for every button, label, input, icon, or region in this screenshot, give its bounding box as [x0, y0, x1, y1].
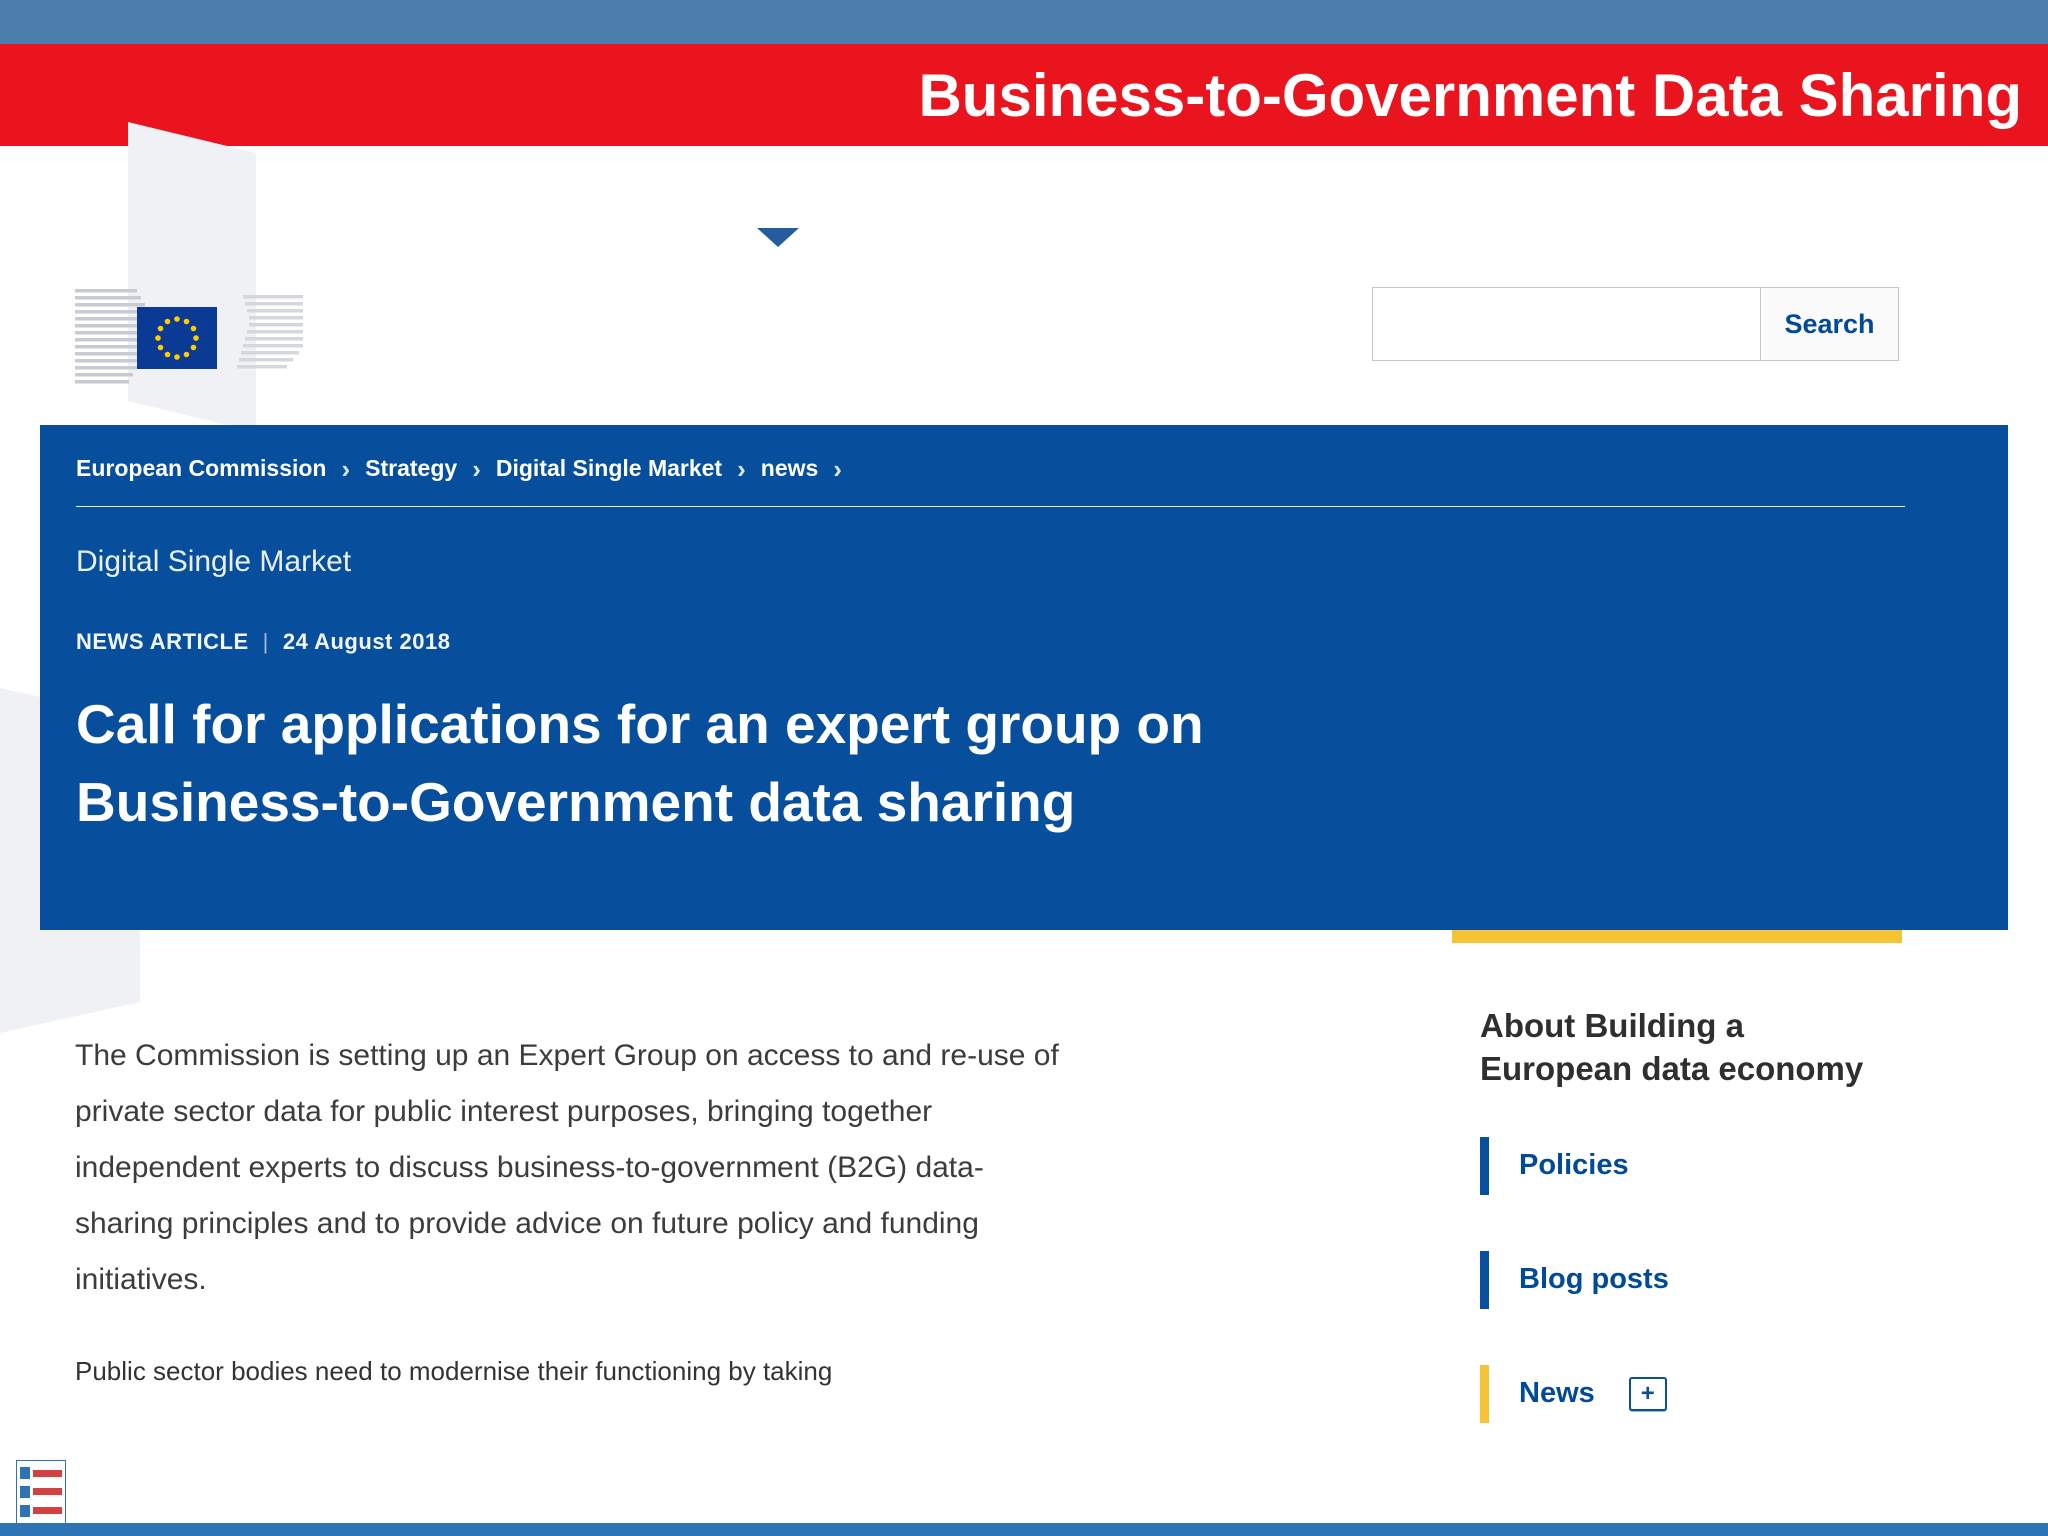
chevron-right-icon: › [341, 453, 351, 484]
sidebar-accent-bar [1452, 930, 1902, 943]
european-commission-logo-graphic [75, 289, 303, 384]
accent-bar-icon [1480, 1136, 1489, 1195]
about-sidebar: About Building a European data economy P… [1480, 1005, 1920, 1479]
article-hero: European Commission › Strategy › Digital… [40, 425, 2008, 930]
article-date: 24 August 2018 [282, 629, 451, 654]
top-bar [0, 0, 2048, 44]
footer-logo [16, 1460, 66, 1524]
article-lead-paragraph: The Commission is setting up an Expert G… [75, 1039, 1059, 1297]
article-body: The Commission is setting up an Expert G… [75, 1028, 1060, 1387]
sidebar-heading: About Building a European data economy [1480, 1007, 1864, 1087]
breadcrumb-item-european-commission[interactable]: European Commission [76, 455, 326, 482]
sidebar-item-label[interactable]: Policies [1519, 1149, 1629, 1182]
footer-logo-row [20, 1504, 62, 1517]
sidebar-item-label[interactable]: Blog posts [1519, 1263, 1669, 1296]
article-title: Call for applications for an expert grou… [76, 693, 1204, 834]
search-button[interactable]: Search [1760, 288, 1898, 360]
breadcrumb-item-news[interactable]: news [761, 455, 819, 482]
chevron-right-icon: › [833, 453, 842, 484]
meta-separator: | [262, 629, 269, 654]
article-second-paragraph: Public sector bodies need to modernise t… [75, 1356, 833, 1387]
breadcrumb: European Commission › Strategy › Digital… [76, 455, 2008, 482]
accent-bar-icon [1480, 1250, 1489, 1309]
caret-down-icon [757, 228, 799, 247]
sidebar-item-blog-posts[interactable]: Blog posts [1480, 1250, 1920, 1309]
search-bar: Search [1372, 287, 1899, 361]
european-commission-logo[interactable] [75, 281, 307, 395]
slide-title: Business-to-Government Data Sharing [918, 61, 2022, 129]
article-meta: NEWS ARTICLE | 24 August 2018 [76, 629, 2008, 655]
chevron-right-icon: › [737, 453, 746, 484]
slide-root: Business-to-Government Data Sharing Sear… [0, 0, 2048, 1536]
sidebar-item-label[interactable]: News [1519, 1377, 1595, 1410]
chevron-right-icon: › [472, 453, 481, 484]
footer-logo-row [20, 1485, 62, 1498]
plus-icon[interactable]: + [1628, 1376, 1667, 1411]
breadcrumb-item-strategy[interactable]: Strategy [365, 455, 457, 482]
article-kicker: NEWS ARTICLE [76, 629, 249, 654]
search-input[interactable] [1373, 288, 1760, 360]
breadcrumb-divider [76, 506, 1905, 507]
accent-bar-icon [1480, 1364, 1489, 1423]
sidebar-item-news[interactable]: News + [1480, 1364, 1920, 1423]
footer-logo-row [20, 1467, 62, 1480]
site-section-title: Digital Single Market [76, 545, 352, 578]
breadcrumb-item-digital-single-market[interactable]: Digital Single Market [496, 455, 722, 482]
slide-title-banner: Business-to-Government Data Sharing [0, 44, 2048, 146]
sidebar-item-policies[interactable]: Policies [1480, 1136, 1920, 1195]
bottom-bar [0, 1523, 2048, 1536]
